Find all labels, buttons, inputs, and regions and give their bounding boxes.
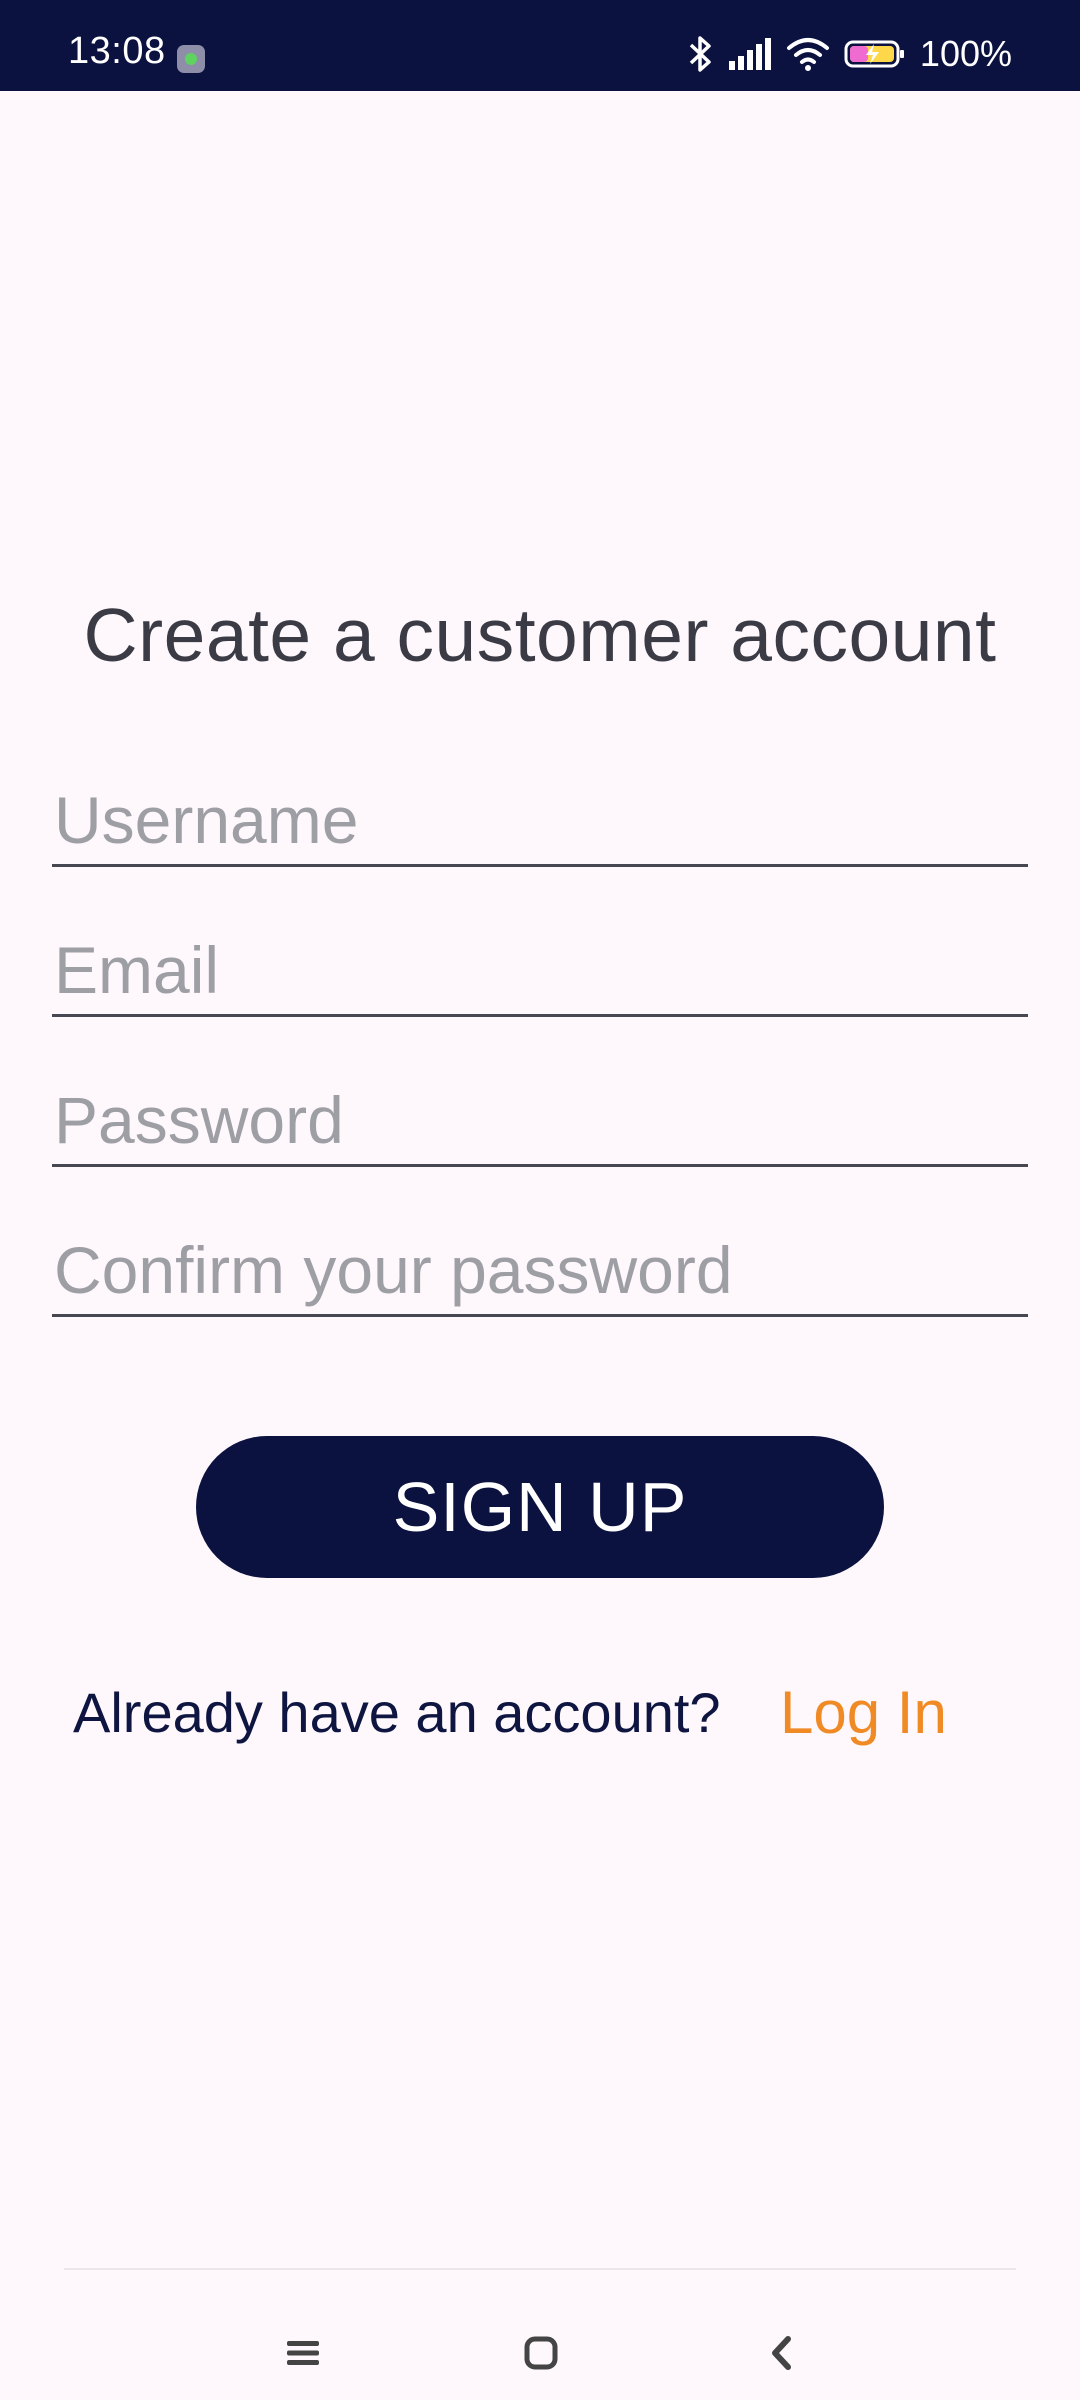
- battery-percentage: 100%: [919, 33, 1012, 74]
- bluetooth-icon: [688, 35, 714, 73]
- nav-divider: [64, 2268, 1016, 2270]
- sign-up-button[interactable]: SIGN UP: [196, 1436, 884, 1578]
- wifi-icon: [786, 36, 830, 72]
- status-time: 13:08: [68, 30, 166, 72]
- home-button[interactable]: [496, 2310, 586, 2400]
- username-input[interactable]: [52, 775, 1028, 867]
- menu-button[interactable]: [258, 2310, 348, 2400]
- already-have-account-text: Already have an account?: [73, 1681, 721, 1744]
- signal-icon: [728, 37, 772, 71]
- status-bar: 13:08 100%: [0, 0, 1080, 91]
- battery-charging-icon: [844, 39, 906, 69]
- back-icon: [768, 2335, 794, 2376]
- page-title: Create a customer account: [83, 593, 997, 677]
- menu-icon: [286, 2338, 320, 2373]
- home-icon: [524, 2336, 558, 2375]
- status-icons: 100%: [688, 33, 1012, 74]
- email-input[interactable]: [52, 925, 1028, 1017]
- log-in-link[interactable]: Log In: [780, 1678, 947, 1747]
- back-button[interactable]: [736, 2310, 826, 2400]
- password-input[interactable]: [52, 1075, 1028, 1167]
- confirm-password-input[interactable]: [52, 1225, 1028, 1317]
- app-notification-icon: [177, 45, 205, 73]
